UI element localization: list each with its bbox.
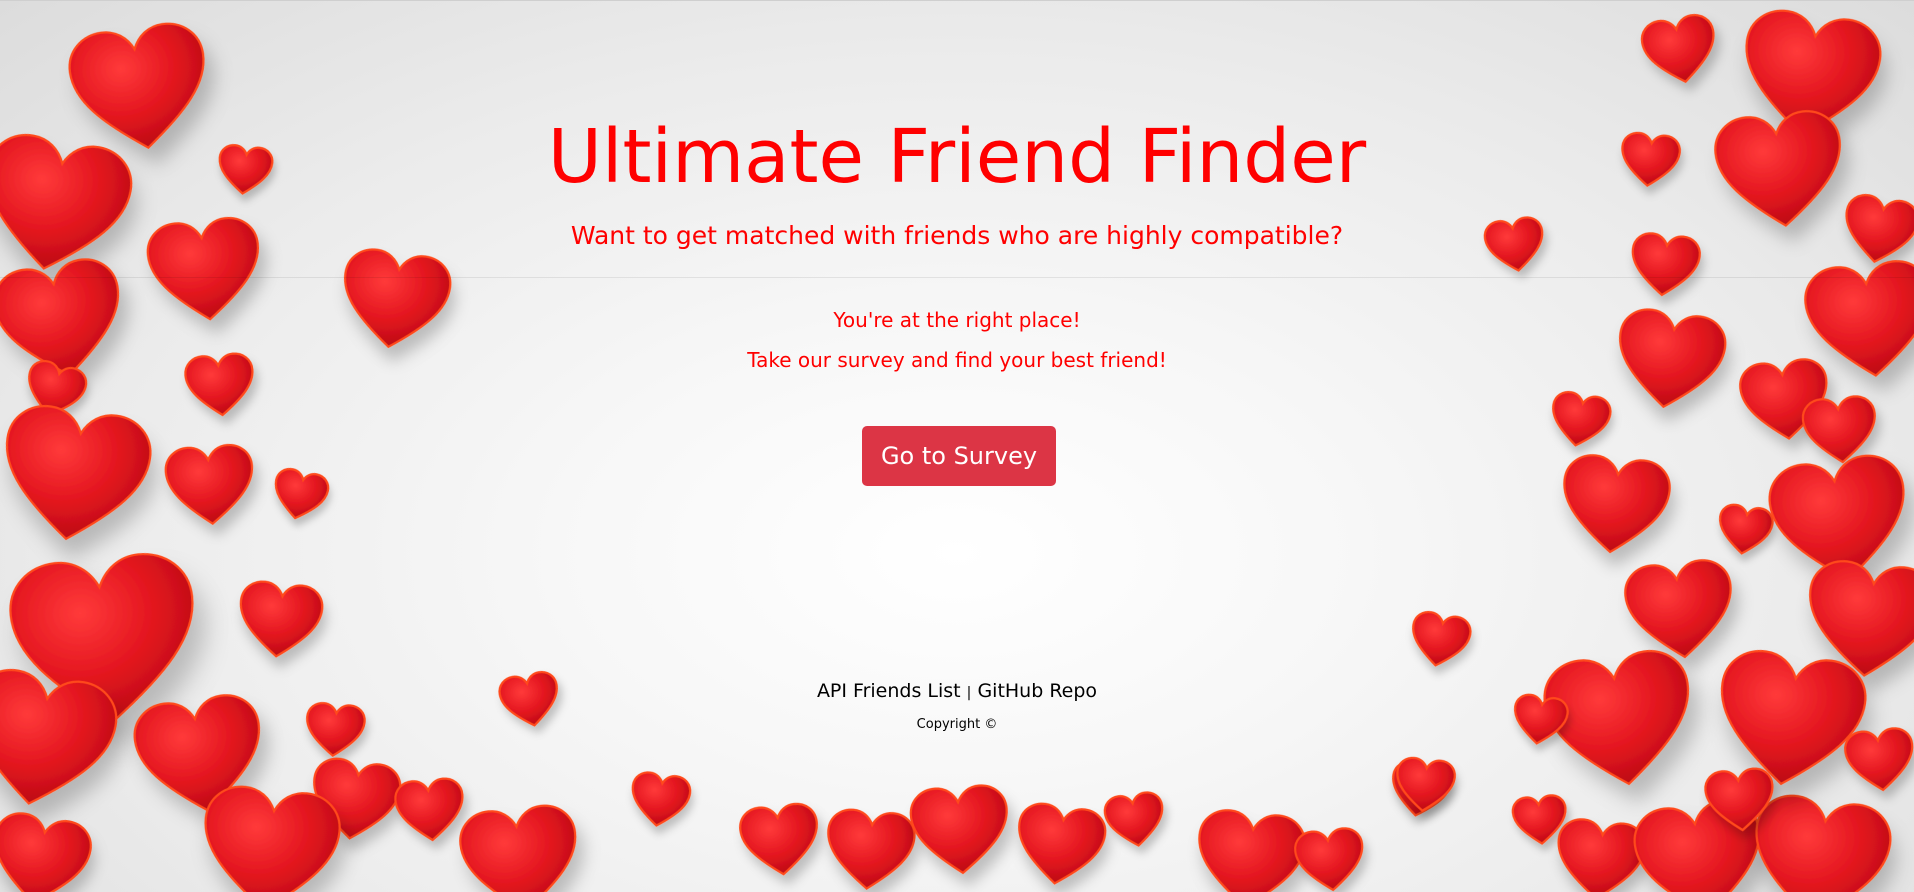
page-subtitle: Want to get matched with friends who are…	[570, 221, 1344, 250]
footer-links: API Friends List | GitHub Repo	[0, 677, 1914, 707]
copyright-text: Copyright ©	[916, 717, 998, 732]
api-friends-list-link[interactable]: API Friends List	[817, 680, 961, 702]
github-repo-link[interactable]: GitHub Repo	[977, 680, 1097, 702]
main-content: Ultimate Friend Finder Want to get match…	[0, 0, 1914, 892]
intro-line: You're at the right place!	[833, 308, 1081, 332]
go-to-survey-button[interactable]: Go to Survey	[862, 426, 1056, 486]
call-to-action-line: Take our survey and find your best frien…	[747, 348, 1167, 372]
footer-separator: |	[966, 685, 972, 701]
page-title: Ultimate Friend Finder	[547, 114, 1367, 200]
